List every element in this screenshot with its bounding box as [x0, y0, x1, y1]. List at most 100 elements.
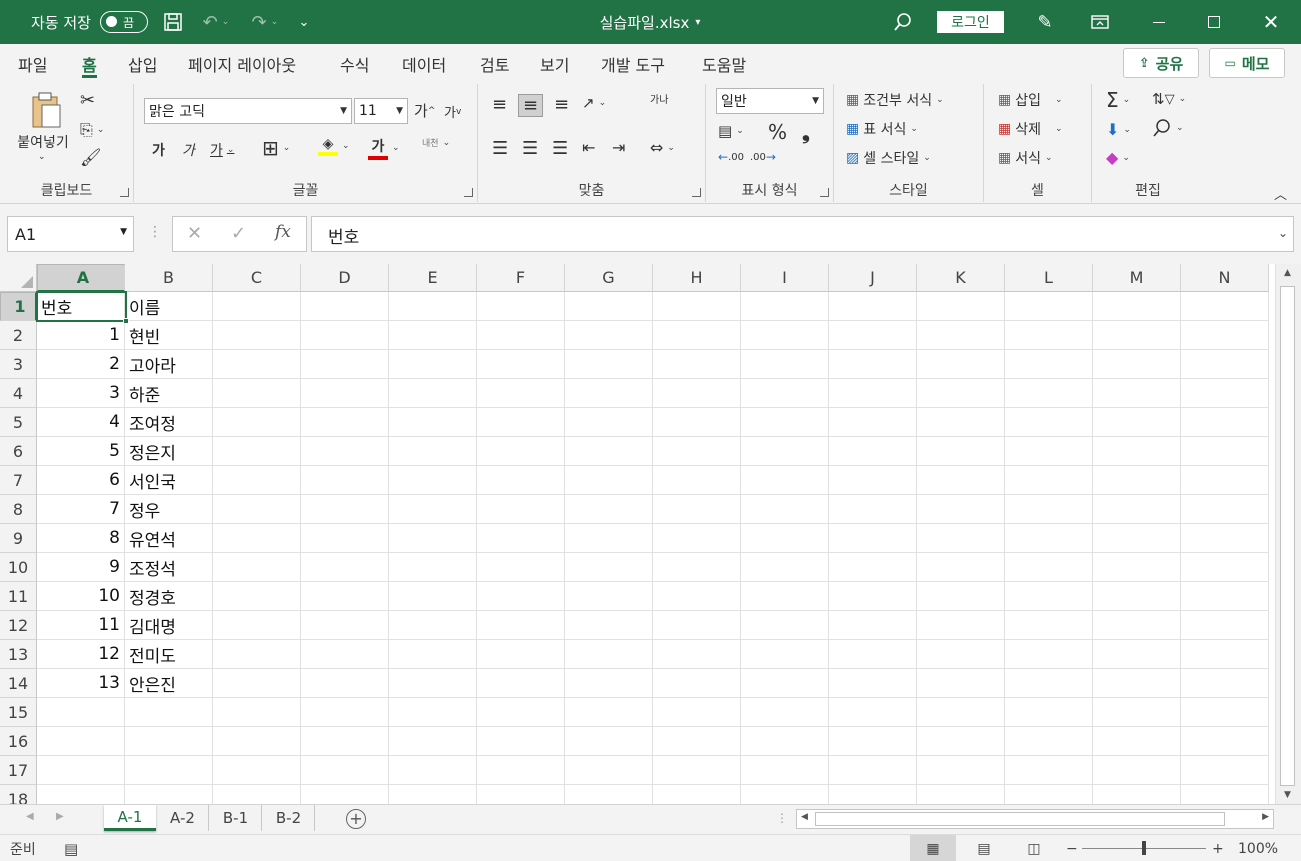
cell-h17[interactable] — [653, 756, 741, 785]
cell-l3[interactable] — [1005, 350, 1093, 379]
cell-f18[interactable] — [477, 785, 565, 804]
cell-a16[interactable] — [37, 727, 125, 756]
cell-n15[interactable] — [1181, 698, 1269, 727]
cell-c4[interactable] — [213, 379, 301, 408]
dialog-launcher-icon[interactable] — [464, 188, 473, 197]
cell-m5[interactable] — [1093, 408, 1181, 437]
cell-g14[interactable] — [565, 669, 653, 698]
undo-icon[interactable]: ↶ ⌄ — [196, 0, 236, 44]
column-header-j[interactable]: J — [829, 264, 917, 292]
row-header[interactable]: 11 — [0, 582, 37, 611]
cell-c16[interactable] — [213, 727, 301, 756]
cell-f12[interactable] — [477, 611, 565, 640]
row-header[interactable]: 8 — [0, 495, 37, 524]
vertical-scroll-thumb[interactable] — [1280, 286, 1295, 786]
zoom-in-icon[interactable]: + — [1212, 835, 1224, 861]
cell-i3[interactable] — [741, 350, 829, 379]
cell-f3[interactable] — [477, 350, 565, 379]
cell-m15[interactable] — [1093, 698, 1181, 727]
copy-icon[interactable]: ⎘ ⌄ — [80, 120, 104, 140]
cell-e8[interactable] — [389, 495, 477, 524]
cell-a5[interactable]: 4 — [37, 408, 125, 437]
cell-a10[interactable]: 9 — [37, 553, 125, 582]
increase-font-button[interactable]: 가 ^ — [414, 100, 435, 121]
cell-k16[interactable] — [917, 727, 1005, 756]
cell-b7[interactable]: 서인국 — [125, 466, 213, 495]
cell-h3[interactable] — [653, 350, 741, 379]
cell-g6[interactable] — [565, 437, 653, 466]
cell-d8[interactable] — [301, 495, 389, 524]
column-header-e[interactable]: E — [389, 264, 477, 292]
cell-k15[interactable] — [917, 698, 1005, 727]
percent-button[interactable]: % — [768, 120, 787, 144]
column-header-k[interactable]: K — [917, 264, 1005, 292]
cell-e11[interactable] — [389, 582, 477, 611]
paste-chevron-icon[interactable]: ⌄ — [38, 152, 46, 162]
vertical-scrollbar[interactable]: ▲ ▼ — [1275, 264, 1301, 804]
sheet-tab-a-2[interactable]: A-2 — [157, 805, 209, 831]
cell-j4[interactable] — [829, 379, 917, 408]
phonetic-button[interactable]: 내천 ⌄ — [422, 136, 450, 150]
cell-l10[interactable] — [1005, 553, 1093, 582]
cell-h8[interactable] — [653, 495, 741, 524]
cell-m18[interactable] — [1093, 785, 1181, 804]
cell-a3[interactable]: 2 — [37, 350, 125, 379]
cell-n8[interactable] — [1181, 495, 1269, 524]
column-header-c[interactable]: C — [213, 264, 301, 292]
expand-formula-icon[interactable]: ⌄ — [1278, 226, 1288, 240]
cell-j3[interactable] — [829, 350, 917, 379]
row-header[interactable]: 7 — [0, 466, 37, 495]
close-icon[interactable]: ✕ — [1257, 0, 1285, 44]
align-center-icon[interactable]: ☰ — [522, 138, 538, 159]
cell-b5[interactable]: 조여정 — [125, 408, 213, 437]
name-box[interactable]: A1 ▼ — [7, 216, 134, 252]
font-name-select[interactable]: 맑은 고딕 ▼ — [144, 98, 352, 124]
cell-l7[interactable] — [1005, 466, 1093, 495]
cell-g10[interactable] — [565, 553, 653, 582]
cell-k6[interactable] — [917, 437, 1005, 466]
paste-button[interactable]: 붙여넣기 — [12, 132, 74, 152]
cell-h14[interactable] — [653, 669, 741, 698]
cell-h18[interactable] — [653, 785, 741, 804]
minimize-icon[interactable] — [1145, 0, 1173, 44]
cell-a17[interactable] — [37, 756, 125, 785]
cell-j12[interactable] — [829, 611, 917, 640]
cell-f14[interactable] — [477, 669, 565, 698]
cell-c5[interactable] — [213, 408, 301, 437]
cell-i6[interactable] — [741, 437, 829, 466]
cell-i15[interactable] — [741, 698, 829, 727]
cell-m3[interactable] — [1093, 350, 1181, 379]
insert-function-icon[interactable]: fx — [275, 222, 291, 242]
column-header-g[interactable]: G — [565, 264, 653, 292]
align-right-icon[interactable]: ☰ — [552, 138, 568, 159]
cell-e3[interactable] — [389, 350, 477, 379]
cell-b1[interactable]: 이름 — [125, 292, 213, 321]
scroll-left-icon[interactable]: ◀ — [801, 812, 808, 822]
cell-m6[interactable] — [1093, 437, 1181, 466]
column-header-h[interactable]: H — [653, 264, 741, 292]
tab-file[interactable]: 파일 — [18, 52, 47, 78]
cell-b16[interactable] — [125, 727, 213, 756]
align-top-icon[interactable]: ≡ — [492, 94, 507, 115]
page-break-view-icon[interactable]: ◫ — [1022, 835, 1046, 861]
cell-f9[interactable] — [477, 524, 565, 553]
cell-l17[interactable] — [1005, 756, 1093, 785]
cell-b13[interactable]: 전미도 — [125, 640, 213, 669]
cell-c12[interactable] — [213, 611, 301, 640]
cell-n14[interactable] — [1181, 669, 1269, 698]
cell-i8[interactable] — [741, 495, 829, 524]
cell-b6[interactable]: 정은지 — [125, 437, 213, 466]
cell-i16[interactable] — [741, 727, 829, 756]
font-size-select[interactable]: 11 ▼ — [354, 98, 408, 124]
cell-e14[interactable] — [389, 669, 477, 698]
cell-i12[interactable] — [741, 611, 829, 640]
normal-view-icon[interactable]: ▦ — [910, 835, 956, 861]
sheet-tab-a-1[interactable]: A-1 — [104, 805, 156, 831]
worksheet-grid[interactable]: ABCDEFGHIJKLMN 1 번호 이름 2 1 현빈 3 2 고아라 4 3 하준 5 4 조여정 6 5… — [0, 264, 1275, 804]
accessibility-icon[interactable]: ▤ — [64, 835, 78, 861]
align-bottom-icon[interactable]: ≡ — [554, 94, 569, 115]
cell-j2[interactable] — [829, 321, 917, 350]
cell-b17[interactable] — [125, 756, 213, 785]
cell-h10[interactable] — [653, 553, 741, 582]
autosave-toggle[interactable]: 끔 — [100, 11, 148, 33]
